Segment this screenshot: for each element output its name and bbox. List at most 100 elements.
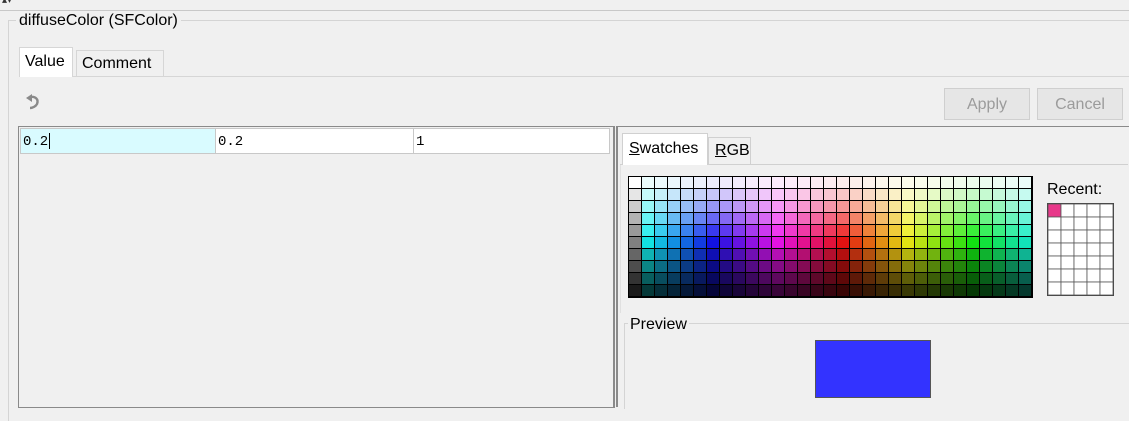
color-swatch[interactable] (1006, 213, 1018, 224)
color-swatch[interactable] (1006, 189, 1018, 200)
color-swatch[interactable] (824, 285, 836, 296)
color-swatch[interactable] (876, 237, 888, 248)
color-swatch[interactable] (681, 237, 693, 248)
color-swatch[interactable] (941, 225, 953, 236)
color-swatch[interactable] (993, 201, 1005, 212)
color-swatch[interactable] (941, 201, 953, 212)
color-swatch[interactable] (915, 201, 927, 212)
recent-swatch[interactable] (1047, 216, 1062, 231)
color-swatch[interactable] (889, 261, 901, 272)
color-swatch[interactable] (707, 189, 719, 200)
color-swatch[interactable] (655, 177, 667, 188)
color-swatch[interactable] (746, 237, 758, 248)
color-swatch[interactable] (746, 273, 758, 284)
color-swatch[interactable] (889, 285, 901, 296)
color-swatch[interactable] (980, 201, 992, 212)
color-swatch[interactable] (850, 237, 862, 248)
color-swatch[interactable] (967, 201, 979, 212)
color-swatch[interactable] (629, 249, 641, 260)
color-swatch[interactable] (720, 249, 732, 260)
recent-swatch[interactable] (1047, 255, 1062, 270)
color-swatch[interactable] (967, 189, 979, 200)
color-swatch[interactable] (720, 189, 732, 200)
color-swatch[interactable] (1019, 177, 1031, 188)
color-swatch[interactable] (655, 201, 667, 212)
color-swatch[interactable] (681, 273, 693, 284)
color-swatch[interactable] (785, 249, 797, 260)
color-swatch[interactable] (785, 261, 797, 272)
color-swatch[interactable] (980, 249, 992, 260)
tab-swatches[interactable]: Swatches (622, 133, 708, 165)
color-swatch[interactable] (902, 237, 914, 248)
color-swatch[interactable] (954, 249, 966, 260)
color-swatch[interactable] (980, 225, 992, 236)
color-swatch[interactable] (668, 213, 680, 224)
color-swatch[interactable] (837, 225, 849, 236)
color-swatch[interactable] (655, 225, 667, 236)
color-swatch[interactable] (902, 189, 914, 200)
color-swatch[interactable] (889, 249, 901, 260)
recent-swatch[interactable] (1047, 229, 1062, 244)
recent-swatch[interactable] (1099, 255, 1114, 270)
color-swatch[interactable] (694, 213, 706, 224)
color-swatch[interactable] (993, 225, 1005, 236)
color-swatch[interactable] (928, 273, 940, 284)
recent-swatch[interactable] (1060, 268, 1075, 283)
color-swatch[interactable] (993, 273, 1005, 284)
color-swatch[interactable] (980, 177, 992, 188)
green-value-field[interactable]: 0.2 (216, 128, 414, 154)
color-swatch[interactable] (811, 213, 823, 224)
color-swatch[interactable] (720, 213, 732, 224)
recent-swatch[interactable] (1086, 255, 1101, 270)
color-swatch[interactable] (1006, 261, 1018, 272)
color-swatch[interactable] (759, 213, 771, 224)
color-swatch[interactable] (629, 237, 641, 248)
color-swatch[interactable] (720, 237, 732, 248)
color-swatch[interactable] (772, 225, 784, 236)
color-swatch[interactable] (902, 177, 914, 188)
color-swatch[interactable] (1019, 273, 1031, 284)
color-swatch[interactable] (941, 237, 953, 248)
color-swatch[interactable] (798, 273, 810, 284)
color-swatch[interactable] (746, 285, 758, 296)
color-swatch[interactable] (772, 201, 784, 212)
color-swatch[interactable] (694, 237, 706, 248)
color-swatch[interactable] (941, 285, 953, 296)
color-swatch[interactable] (915, 285, 927, 296)
color-swatch[interactable] (772, 285, 784, 296)
cancel-button[interactable]: Cancel (1037, 88, 1123, 120)
color-swatch[interactable] (733, 261, 745, 272)
recent-swatch[interactable] (1099, 203, 1114, 218)
color-swatch[interactable] (681, 285, 693, 296)
color-swatch[interactable] (876, 177, 888, 188)
color-swatch[interactable] (746, 261, 758, 272)
color-swatch[interactable] (707, 237, 719, 248)
color-swatch[interactable] (1019, 261, 1031, 272)
color-swatch[interactable] (746, 177, 758, 188)
color-swatch[interactable] (850, 285, 862, 296)
color-swatch[interactable] (980, 273, 992, 284)
color-swatch[interactable] (668, 273, 680, 284)
color-swatch[interactable] (746, 189, 758, 200)
color-swatch[interactable] (902, 261, 914, 272)
color-swatch[interactable] (733, 213, 745, 224)
color-swatch[interactable] (707, 213, 719, 224)
recent-swatch[interactable] (1060, 229, 1075, 244)
color-swatch[interactable] (798, 213, 810, 224)
recent-swatch[interactable] (1099, 216, 1114, 231)
color-swatch[interactable] (785, 237, 797, 248)
color-swatch[interactable] (694, 273, 706, 284)
color-swatch[interactable] (902, 249, 914, 260)
color-swatch[interactable] (733, 249, 745, 260)
tab-value[interactable]: Value (19, 47, 73, 77)
recent-swatch[interactable] (1099, 281, 1114, 296)
color-swatch[interactable] (642, 237, 654, 248)
recent-swatch[interactable] (1099, 242, 1114, 257)
color-swatch[interactable] (629, 213, 641, 224)
color-swatch[interactable] (772, 273, 784, 284)
color-swatch[interactable] (941, 249, 953, 260)
color-swatch[interactable] (720, 273, 732, 284)
color-swatch[interactable] (928, 249, 940, 260)
color-swatch[interactable] (876, 249, 888, 260)
color-swatch[interactable] (811, 285, 823, 296)
